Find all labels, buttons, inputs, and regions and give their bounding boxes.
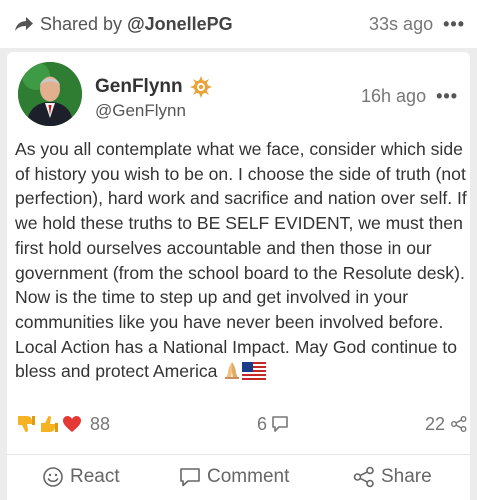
comment-label: Comment xyxy=(207,466,290,487)
share-button[interactable]: Share xyxy=(353,466,432,488)
post-stats: 88 6 22 xyxy=(15,410,467,438)
avatar-image xyxy=(18,62,82,126)
comments-stat[interactable]: 6 xyxy=(257,414,289,435)
share-arrow-icon xyxy=(15,17,33,31)
shares-stat[interactable]: 22 xyxy=(425,414,467,435)
post-body: As you all contemplate what we face, con… xyxy=(15,137,467,384)
heart-emoji xyxy=(63,416,81,432)
shared-by-label: Shared by xyxy=(40,13,123,34)
comment-button[interactable]: Comment xyxy=(179,466,289,488)
post-more-icon[interactable]: ••• xyxy=(436,86,458,107)
praying-hands-emoji xyxy=(225,362,240,380)
verified-badge-icon xyxy=(189,76,212,98)
share-nodes-icon xyxy=(451,416,467,432)
author-name-text[interactable]: GenFlynn xyxy=(95,76,183,98)
shared-time: 33s ago xyxy=(369,13,434,34)
thumbs-up-emoji xyxy=(41,415,58,432)
author-name[interactable]: GenFlynn xyxy=(95,76,212,98)
reaction-summary[interactable]: 88 xyxy=(15,413,110,435)
post-card: GenFlynn @GenFlynn 16h ago ••• As you all… xyxy=(7,52,470,500)
post-time-row: 16h ago ••• xyxy=(361,86,458,107)
post-actions: React Comment Share xyxy=(7,457,470,497)
smiley-icon xyxy=(43,467,63,487)
more-horizontal-icon[interactable]: ••• xyxy=(443,14,465,35)
author-handle[interactable]: @GenFlynn xyxy=(95,101,186,121)
post-time: 16h ago xyxy=(361,86,427,106)
share-icon xyxy=(353,466,374,488)
shares-count: 22 xyxy=(424,413,445,434)
post-body-text: As you all contemplate what we face, con… xyxy=(15,139,467,382)
comment-icon xyxy=(180,468,200,487)
reactions-count: 88 xyxy=(90,413,111,434)
shared-by-bar: Shared by @JonellePG 33s ago ••• xyxy=(0,0,477,48)
share-label: Share xyxy=(381,466,432,487)
comments-count: 6 xyxy=(257,413,268,434)
action-divider xyxy=(7,454,470,455)
thumbs-down-emoji xyxy=(18,416,35,433)
shared-by-user-link[interactable]: @JonellePG xyxy=(127,14,233,35)
react-label: React xyxy=(70,466,120,487)
comment-bubble-icon xyxy=(272,416,288,432)
react-button[interactable]: React xyxy=(42,466,120,488)
avatar[interactable] xyxy=(18,62,82,126)
us-flag-emoji xyxy=(242,362,267,381)
